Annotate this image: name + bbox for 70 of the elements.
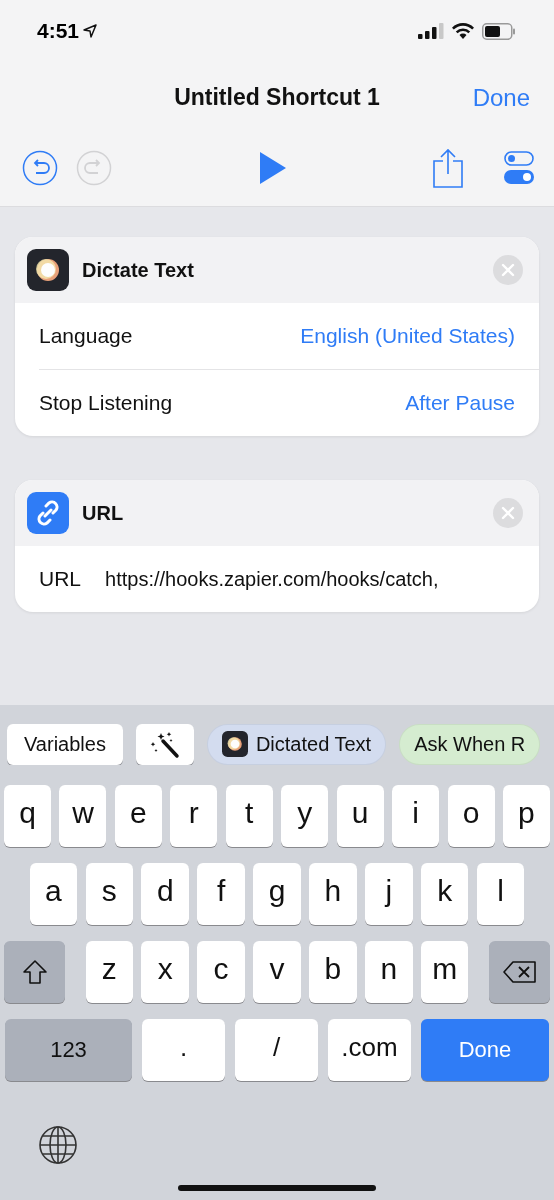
play-button[interactable] (259, 152, 286, 184)
wifi-icon (452, 23, 474, 39)
field-label: Stop Listening (39, 391, 173, 415)
keyboard-key[interactable]: a (29, 863, 78, 925)
option-value[interactable]: English (United States) (300, 324, 515, 348)
keyboard-key[interactable]: l (476, 863, 525, 925)
variable-chip[interactable]: Dictated Text (206, 723, 387, 765)
toggles-icon (504, 151, 534, 185)
close-icon (493, 255, 523, 285)
keyboard-key[interactable]: .com (328, 1019, 411, 1081)
field-label: Language (39, 324, 133, 348)
keyboard-key[interactable]: i (392, 785, 440, 847)
keyboard-key[interactable]: . (142, 1019, 225, 1081)
globe-button[interactable] (38, 1125, 78, 1165)
keyboard-key[interactable]: m (420, 941, 469, 1003)
keyboard-key[interactable]: y (281, 785, 329, 847)
keyboard-key[interactable]: o (447, 785, 495, 847)
keyboard-key[interactable]: z (85, 941, 134, 1003)
delete-key[interactable] (489, 941, 550, 1003)
keyboard-key[interactable]: s (85, 863, 134, 925)
keyboard-key[interactable]: d (141, 863, 189, 925)
undo-button[interactable] (22, 150, 58, 186)
backspace-icon (502, 960, 537, 984)
action-title: Dictate Text (82, 258, 195, 282)
shift-icon (21, 959, 48, 985)
keyboard-key[interactable]: n (365, 941, 413, 1003)
done-button[interactable]: Done (472, 84, 530, 112)
keyboard-key[interactable]: u (336, 785, 384, 847)
keyboard-key[interactable]: k (420, 863, 469, 925)
text-field[interactable]: https://hooks.zapier.com/hooks/catch, (105, 567, 439, 591)
status-time: 4:51 (37, 19, 80, 43)
location-icon (83, 24, 98, 38)
globe-icon (38, 1125, 78, 1165)
keyboard-key[interactable]: b (309, 941, 357, 1003)
redo-icon (76, 150, 112, 186)
keyboard-key[interactable]: p (502, 785, 550, 847)
variables-button[interactable]: Variables (7, 723, 123, 765)
undo-icon (22, 150, 58, 186)
keyboard-key[interactable]: / (235, 1019, 318, 1081)
field-label: URL (39, 567, 81, 591)
window-title: Untitled Shortcut 1 (174, 83, 380, 111)
keyboard-key[interactable]: c (197, 941, 245, 1003)
app-icon (221, 731, 248, 757)
link-icon (27, 492, 69, 534)
keyboard-key[interactable]: q (4, 785, 52, 847)
close-icon (493, 498, 523, 528)
keyboard-key[interactable]: t (225, 785, 273, 847)
keyboard-key[interactable]: g (253, 863, 301, 925)
keyboard-key[interactable]: j (365, 863, 413, 925)
play-icon (259, 152, 286, 184)
app-icon (27, 249, 69, 291)
done-key[interactable]: Done (421, 1019, 549, 1081)
action-title: URL (82, 501, 125, 525)
keyboard-key[interactable]: r (170, 785, 218, 847)
option-value[interactable]: After Pause (405, 391, 515, 415)
keyboard-key[interactable]: x (141, 941, 189, 1003)
variable-chip[interactable]: Ask When R (399, 723, 541, 765)
battery-icon (482, 22, 516, 40)
numbers-key[interactable]: 123 (5, 1019, 132, 1081)
magic-variable-button[interactable] (135, 723, 194, 765)
shift-key[interactable] (4, 941, 65, 1003)
settings-button[interactable] (504, 151, 534, 185)
keyboard-key[interactable]: v (253, 941, 301, 1003)
keyboard-key[interactable]: e (114, 785, 162, 847)
share-icon (433, 148, 463, 188)
signal-icon (418, 23, 444, 39)
keyboard-key[interactable]: w (59, 785, 107, 847)
keyboard-key[interactable]: h (309, 863, 357, 925)
share-button[interactable] (433, 148, 463, 188)
keyboard-key[interactable]: f (197, 863, 245, 925)
